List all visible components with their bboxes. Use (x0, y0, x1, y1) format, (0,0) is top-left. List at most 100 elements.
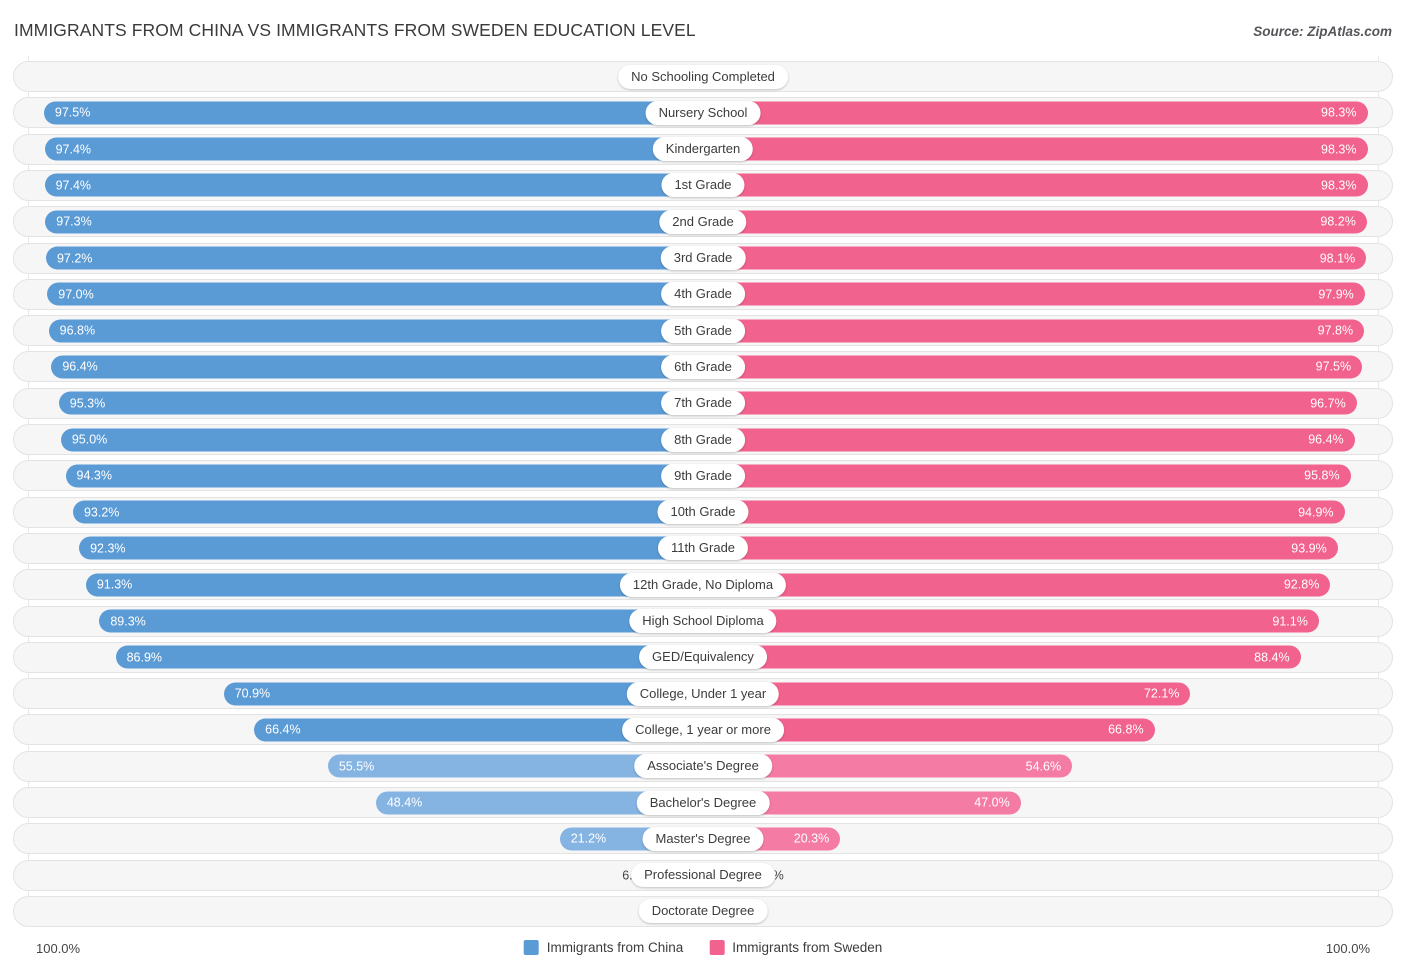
chart-row: 94.3% 95.8% 9th Grade (13, 460, 1393, 492)
axis-max-label-right: 100.0% (1325, 941, 1370, 956)
bar-value-sweden: 98.1% (1319, 250, 1356, 265)
legend-item-china[interactable]: Immigrants from China (523, 939, 684, 955)
bar-value-china: 95.3% (69, 395, 106, 410)
bar-china[interactable]: 91.3% (85, 573, 703, 597)
bar-value-china: 97.2% (56, 250, 93, 265)
chart-row: 21.2% 20.3% Master's Degree (13, 823, 1393, 855)
chart-row: 2.6%1.7%No Schooling Completed (13, 61, 1393, 92)
bar-sweden[interactable]: 97.9% (703, 282, 1365, 306)
chart-row: 55.5% 54.6% Associate's Degree (13, 750, 1393, 782)
bar-sweden[interactable]: 88.4% (703, 645, 1301, 669)
bar-sweden[interactable]: 96.7% (703, 391, 1357, 415)
row-category-label: Professional Degree (631, 863, 775, 888)
row-category-label: GED/Equivalency (639, 645, 767, 670)
bar-value-sweden: 66.8% (1108, 722, 1144, 737)
bar-value-sweden: 94.9% (1298, 504, 1334, 519)
chart-row: 89.3% 91.1% High School Diploma (13, 605, 1393, 637)
row-category-label: Associate's Degree (634, 754, 772, 779)
chart-row: 3.1%2.9%Doctorate Degree (13, 895, 1393, 927)
chart-row: 97.3% 98.2% 2nd Grade (13, 206, 1393, 238)
legend-item-sweden[interactable]: Immigrants from Sweden (709, 940, 882, 955)
bar-value-china: 89.3% (110, 613, 146, 628)
row-category-label: High School Diploma (629, 609, 777, 633)
row-category-label: Master's Degree (642, 826, 764, 851)
bar-value-china: 97.4% (55, 141, 92, 156)
bar-china[interactable]: 93.2% (72, 500, 703, 524)
bar-china[interactable]: 97.4% (44, 137, 703, 161)
bar-value-sweden: 98.3% (1321, 105, 1357, 120)
row-category-label: 9th Grade (661, 463, 745, 488)
chart-legend: Immigrants from China Immigrants from Sw… (523, 939, 882, 955)
bar-value-china: 21.2% (570, 831, 607, 846)
bar-value-sweden: 98.2% (1320, 214, 1356, 229)
bar-sweden[interactable]: 98.3% (703, 101, 1368, 125)
bar-china[interactable]: 96.4% (51, 355, 703, 379)
row-category-label: No Schooling Completed (618, 64, 788, 89)
bar-sweden[interactable]: 98.3% (703, 173, 1368, 197)
row-category-label: Kindergarten (652, 137, 754, 162)
bar-sweden[interactable]: 98.3% (703, 137, 1368, 161)
bar-value-china: 93.2% (83, 504, 120, 519)
bar-china[interactable]: 97.4% (44, 173, 703, 197)
bar-china[interactable]: 86.9% (115, 645, 703, 669)
chart-row: 70.9% 72.1% College, Under 1 year (13, 678, 1393, 710)
bar-china[interactable]: 92.3% (79, 536, 703, 560)
bar-value-sweden: 98.3% (1321, 178, 1357, 193)
bar-value-sweden: 92.8% (1283, 577, 1320, 592)
bar-sweden[interactable]: 91.1% (703, 609, 1319, 633)
bar-value-sweden: 97.8% (1317, 323, 1354, 338)
bar-sweden[interactable]: 92.8% (703, 573, 1331, 597)
chart-footer: 100.0% Immigrants from China Immigrants … (0, 932, 1406, 975)
bar-china[interactable]: 97.2% (45, 246, 703, 270)
row-category-label: 4th Grade (661, 282, 745, 307)
bar-sweden[interactable]: 96.4% (703, 428, 1355, 451)
bar-sweden[interactable]: 95.8% (703, 464, 1351, 488)
bar-china[interactable]: 94.3% (65, 464, 703, 488)
bar-sweden[interactable]: 97.5% (703, 355, 1363, 379)
row-category-label: College, Under 1 year (626, 681, 780, 706)
page-title: IMMIGRANTS FROM CHINA VS IMMIGRANTS FROM… (14, 20, 696, 40)
bar-value-sweden: 97.5% (1315, 359, 1352, 374)
chart-row: 97.4% 98.3% Kindergarten (13, 133, 1393, 165)
bar-value-sweden: 96.7% (1310, 395, 1346, 410)
bar-sweden[interactable]: 97.8% (703, 319, 1365, 343)
chart-row: 97.0% 97.9% 4th Grade (13, 278, 1393, 310)
bar-sweden[interactable]: 98.1% (703, 246, 1367, 270)
row-category-label: 7th Grade (661, 391, 745, 416)
chart-row: 92.3% 93.9% 11th Grade (13, 532, 1393, 564)
chart-row: 48.4% 47.0% Bachelor's Degree (13, 787, 1393, 818)
bar-china[interactable]: 95.3% (58, 391, 703, 415)
bar-value-china: 95.0% (71, 432, 108, 447)
bar-china[interactable]: 97.3% (45, 210, 703, 234)
bar-sweden[interactable]: 93.9% (703, 536, 1338, 560)
chart-row: 91.3% 92.8% 12th Grade, No Diploma (13, 569, 1393, 601)
legend-swatch-sweden (709, 940, 725, 955)
bar-value-china: 96.4% (62, 359, 98, 374)
row-category-label: Bachelor's Degree (636, 790, 770, 815)
bar-value-sweden: 88.4% (1254, 650, 1290, 665)
bar-china[interactable]: 95.0% (60, 428, 703, 451)
bar-value-china: 66.4% (265, 722, 301, 737)
bar-china[interactable]: 97.5% (43, 101, 703, 125)
chart-row: 86.9% 88.4% GED/Equivalency (13, 641, 1393, 673)
chart-row: 97.2% 98.1% 3rd Grade (13, 242, 1393, 274)
bar-sweden[interactable]: 98.2% (703, 210, 1367, 234)
bar-china[interactable]: 96.8% (48, 319, 703, 343)
chart-row: 6.7%6.7%Professional Degree (13, 859, 1393, 891)
bar-china[interactable]: 97.0% (47, 282, 703, 306)
legend-swatch-china (523, 940, 539, 955)
chart-row: 97.4% 98.3% 1st Grade (13, 169, 1393, 201)
diverging-bar-chart: 2.6%1.7%No Schooling Completed 97.5% 98.3%… (0, 56, 1406, 932)
bar-value-china: 91.3% (96, 577, 133, 592)
chart-header: IMMIGRANTS FROM CHINA VS IMMIGRANTS FROM… (0, 0, 1406, 52)
chart-row: 97.5% 98.3% Nursery School (13, 97, 1393, 129)
bar-value-sweden: 98.3% (1321, 141, 1357, 156)
chart-row: 96.4% 97.5% 6th Grade (13, 351, 1393, 383)
legend-label-china: Immigrants from China (546, 939, 684, 955)
bar-sweden[interactable]: 94.9% (703, 500, 1345, 524)
row-category-label: 5th Grade (661, 318, 745, 343)
bar-china[interactable]: 89.3% (99, 609, 703, 633)
row-category-label: Doctorate Degree (638, 899, 768, 924)
chart-row: 95.0% 96.4% 8th Grade (13, 424, 1393, 455)
chart-row: 95.3% 96.7% 7th Grade (13, 387, 1393, 419)
